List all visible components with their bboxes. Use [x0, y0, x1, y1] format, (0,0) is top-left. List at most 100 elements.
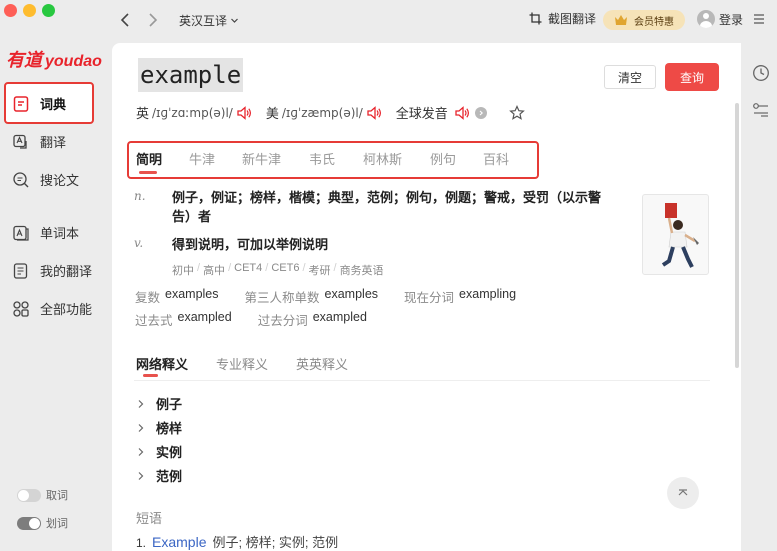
phrase-item: 1. Example 例子; 榜样; 实例; 范例	[136, 532, 338, 551]
uk-label: 英	[136, 106, 150, 121]
word-form-value[interactable]: examples	[325, 287, 379, 306]
screenshot-translate-button[interactable]: 截图翻译	[529, 10, 596, 27]
sidebar-item-label: 我的翻译	[40, 264, 93, 279]
active-tab-indicator	[139, 171, 157, 174]
word-form: 过去分词 exampled	[258, 310, 367, 329]
selection-translate-toggle[interactable]	[17, 516, 41, 530]
avatar-icon	[697, 10, 715, 28]
word-illustration-image[interactable]	[642, 194, 709, 275]
tab-english-english[interactable]: 英英释义	[296, 354, 348, 373]
word-form-value[interactable]: exampled	[178, 310, 232, 329]
maximize-window-button[interactable]	[42, 4, 55, 17]
phrases-section-title: 短语	[136, 511, 163, 526]
phrase-number: 1.	[136, 536, 147, 550]
word-form: 第三人称单数 examples	[245, 287, 379, 306]
tab-professional-meanings[interactable]: 专业释义	[216, 354, 268, 373]
more-pronunciation-arrow-icon[interactable]	[474, 106, 487, 119]
query-button[interactable]: 查询	[665, 63, 719, 91]
web-meaning-item[interactable]: 范例	[136, 466, 182, 485]
word-forms-row: 过去式 exampled 过去分词 exampled	[135, 310, 393, 329]
chevron-down-icon	[231, 18, 238, 23]
history-clock-icon[interactable]	[752, 64, 770, 82]
web-meaning-label: 例子	[156, 397, 183, 412]
tab-new-oxford[interactable]: 新牛津	[242, 149, 281, 168]
crop-icon	[529, 12, 542, 25]
part-of-speech: n.	[134, 189, 146, 203]
word-form-value[interactable]: exampled	[313, 310, 367, 329]
sidebar-item-wordbook[interactable]: 单词本	[12, 223, 79, 242]
sidebar-item-label: 翻译	[40, 135, 67, 150]
sidebar-item-my-translation[interactable]: 我的翻译	[12, 261, 92, 280]
back-arrow-icon[interactable]	[117, 10, 135, 30]
exam-tags: 初中 / 高中 / CET4/ CET6/ 考研 / 商务英语	[172, 262, 384, 277]
sidebar-item-dictionary[interactable]: 词典	[12, 94, 66, 113]
vip-offer-button[interactable]: 会员特惠	[603, 10, 685, 30]
word-form-label: 过去分词	[257, 314, 308, 328]
sidebar-item-all-features[interactable]: 全部功能	[12, 299, 92, 318]
web-meaning-item[interactable]: 榜样	[136, 418, 182, 437]
tab-example-sentences[interactable]: 例句	[430, 149, 456, 168]
sidebar-item-translate[interactable]: 翻译	[12, 132, 66, 151]
title-bar: 英汉互译 截图翻译 会员特惠 登录	[0, 0, 777, 40]
web-meaning-item[interactable]: 例子	[136, 394, 182, 413]
word-pick-toggle[interactable]	[17, 488, 41, 502]
exam-tag: 考研	[308, 265, 331, 277]
tab-web-meanings[interactable]: 网络释义	[136, 354, 188, 373]
sidebar-item-label: 搜论文	[40, 173, 80, 188]
tab-encyclopedia[interactable]: 百科	[483, 149, 509, 168]
chevron-up-icon	[678, 489, 688, 496]
login-label: 登录	[719, 12, 744, 27]
settings-sliders-icon[interactable]	[752, 101, 770, 119]
word-pick-label: 取词	[46, 490, 68, 502]
definition-text: 例子，例证；榜样，楷模；典型，范例；例句，例题；警戒，受罚（以示警告）者	[172, 190, 602, 224]
global-speaker-icon[interactable]	[454, 105, 470, 120]
logo-cn-text: 有道	[6, 50, 42, 71]
vertical-scrollbar[interactable]	[735, 103, 739, 368]
sidebar-item-paper-search[interactable]: 搜论文	[12, 170, 79, 189]
tab-webster[interactable]: 韦氏	[309, 149, 335, 168]
search-input[interactable]: example	[138, 58, 244, 92]
exam-tag: 高中	[203, 265, 226, 277]
web-meaning-label: 范例	[156, 469, 183, 484]
tab-oxford[interactable]: 牛津	[189, 149, 215, 168]
phrase-link[interactable]: Example	[152, 534, 206, 550]
favorite-star-icon[interactable]	[508, 104, 525, 121]
menu-icon[interactable]	[753, 12, 765, 24]
word-pick-toggle-row[interactable]: 取词	[17, 487, 68, 503]
divider	[134, 380, 710, 381]
us-label: 美	[265, 106, 279, 121]
uk-phonetic: /ɪɡˈzɑːmp(ə)l/	[152, 105, 233, 120]
language-mode-label: 英汉互译	[179, 14, 228, 28]
logo-en-text: youdao	[45, 53, 102, 70]
forward-arrow-icon[interactable]	[144, 10, 162, 30]
minimize-window-button[interactable]	[23, 4, 36, 17]
phrase-meaning: 例子; 榜样; 实例; 范例	[212, 535, 339, 550]
clear-button[interactable]: 清空	[604, 65, 656, 89]
word-form: 复数 examples	[135, 287, 219, 306]
sidebar-item-label: 单词本	[40, 226, 80, 241]
selection-translate-toggle-row[interactable]: 划词	[17, 515, 68, 531]
us-speaker-icon[interactable]	[366, 105, 382, 120]
word-form-value[interactable]: exampling	[459, 287, 516, 306]
paper-search-icon	[13, 171, 29, 187]
vip-crown-icon	[615, 15, 627, 25]
tab-collins[interactable]: 柯林斯	[363, 149, 402, 168]
chevron-right-icon	[138, 423, 144, 432]
global-pronunciation-label[interactable]: 全球发音	[396, 103, 448, 122]
active-web-tab-indicator	[143, 374, 158, 377]
uk-speaker-icon[interactable]	[236, 105, 252, 120]
tab-concise[interactable]: 简明	[136, 149, 162, 168]
word-form-label: 复数	[135, 291, 161, 305]
login-button[interactable]: 登录	[697, 10, 743, 28]
close-window-button[interactable]	[4, 4, 17, 17]
scroll-to-top-button[interactable]	[667, 477, 699, 509]
word-form: 现在分词 exampling	[404, 287, 516, 306]
exam-tag: CET4	[234, 262, 263, 274]
definition-row: v. 得到说明，可加以举例说明	[134, 235, 617, 254]
us-phonetic: /ɪɡˈzæmp(ə)l/	[281, 105, 363, 120]
my-translation-icon	[13, 262, 28, 279]
word-form-value[interactable]: examples	[165, 287, 219, 306]
part-of-speech: v.	[134, 236, 144, 250]
language-mode-select[interactable]: 英汉互译	[179, 12, 239, 29]
web-meaning-item[interactable]: 实例	[136, 442, 182, 461]
